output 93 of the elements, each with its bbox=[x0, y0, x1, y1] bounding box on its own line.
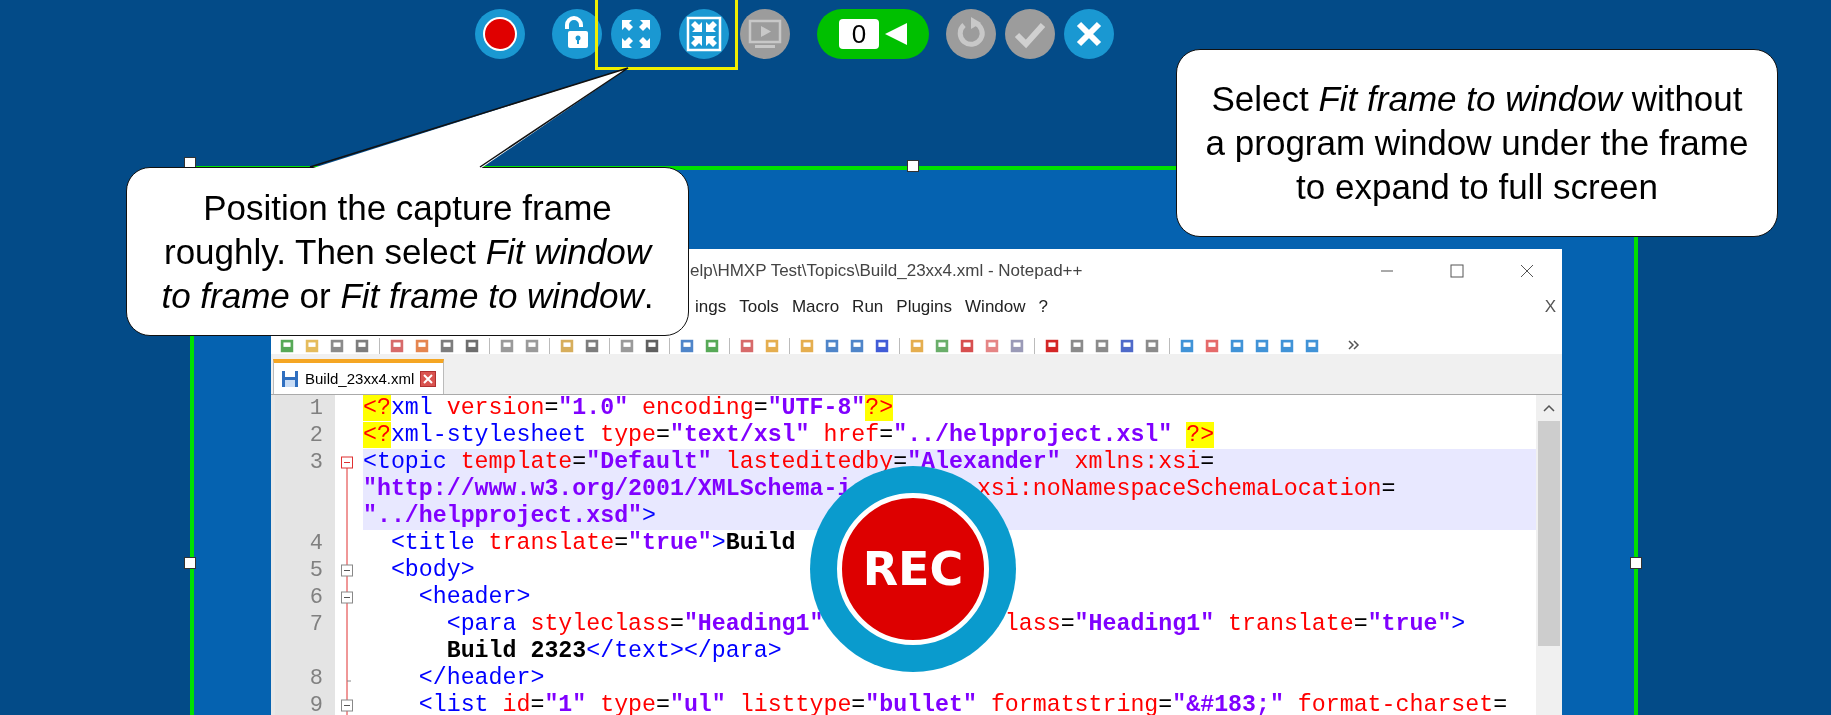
menu-item[interactable]: ings bbox=[695, 297, 727, 317]
menu-item[interactable]: Tools bbox=[739, 297, 779, 317]
tool-icon[interactable] bbox=[499, 338, 515, 354]
code-text: <header> bbox=[418, 584, 531, 610]
tool-icon[interactable] bbox=[1229, 338, 1245, 354]
tool-icon[interactable] bbox=[1279, 338, 1295, 354]
line-number: 8 bbox=[309, 666, 323, 691]
code-text: Build 2323</text></para> bbox=[446, 638, 782, 664]
tool-icon[interactable] bbox=[584, 338, 600, 354]
maximize-icon[interactable] bbox=[1450, 263, 1464, 278]
code-text: "../helpproject.xsd"> bbox=[363, 503, 656, 529]
close-icon[interactable] bbox=[1520, 263, 1534, 278]
code-text: xsi:noNamespaceSchemaLocation= bbox=[976, 476, 1396, 502]
tool-icon[interactable] bbox=[329, 338, 345, 354]
tool-icon[interactable] bbox=[934, 338, 950, 354]
tool-icon[interactable] bbox=[984, 338, 1000, 354]
line-number: 5 bbox=[309, 558, 323, 583]
tool-icon[interactable] bbox=[1144, 338, 1160, 354]
line-number: 4 bbox=[309, 531, 323, 556]
tool-icon[interactable] bbox=[439, 338, 455, 354]
tool-icon[interactable] bbox=[354, 338, 370, 354]
tool-icon[interactable] bbox=[619, 338, 635, 354]
tool-icon[interactable] bbox=[959, 338, 975, 354]
tool-icon[interactable] bbox=[1009, 338, 1025, 354]
record-icon bbox=[482, 16, 518, 52]
recording-counter-button[interactable]: 0 bbox=[817, 9, 929, 59]
code-text: <title translate="true">Build bbox=[390, 530, 796, 556]
close-icon[interactable] bbox=[420, 370, 437, 387]
tool-icon[interactable] bbox=[389, 338, 405, 354]
menu-item[interactable]: Plugins bbox=[896, 297, 953, 317]
line-number: 7 bbox=[309, 612, 323, 637]
fit-window-button[interactable] bbox=[679, 9, 729, 59]
fold-toggle-icon[interactable] bbox=[340, 584, 354, 611]
scrollbar[interactable] bbox=[1536, 395, 1562, 715]
menu-item[interactable]: Window bbox=[965, 297, 1026, 317]
fold-toggle-icon[interactable] bbox=[340, 557, 354, 584]
unlock-button[interactable] bbox=[552, 9, 602, 59]
tool-icon[interactable] bbox=[1204, 338, 1220, 354]
resize-handle[interactable] bbox=[907, 160, 919, 172]
code-text: <body> bbox=[390, 557, 475, 583]
resize-handle[interactable] bbox=[1630, 557, 1642, 569]
tool-icon[interactable] bbox=[824, 338, 840, 354]
tool-icon[interactable] bbox=[279, 338, 295, 354]
tool-icon[interactable] bbox=[849, 338, 865, 354]
line-number: 6 bbox=[309, 585, 323, 610]
tool-icon[interactable] bbox=[1304, 338, 1320, 354]
tool-icon[interactable] bbox=[414, 338, 430, 354]
menu-item[interactable]: Run bbox=[852, 297, 884, 317]
counter-value: 0 bbox=[839, 19, 879, 49]
code-text: <para styleclass="Heading1" bbox=[446, 611, 824, 637]
menu-item[interactable]: ? bbox=[1038, 297, 1048, 317]
code-text: </header> bbox=[418, 665, 545, 691]
scrollbar-thumb[interactable] bbox=[1538, 421, 1560, 646]
save-icon bbox=[281, 369, 299, 388]
menu-item[interactable]: Macro bbox=[791, 297, 840, 317]
tool-icon[interactable] bbox=[1044, 338, 1060, 354]
line-number: 2 bbox=[309, 423, 323, 448]
record-button[interactable] bbox=[475, 9, 525, 59]
tool-icon[interactable] bbox=[704, 338, 720, 354]
callout-text: Select Fit frame to window without a program window under the frame to expand to full screen bbox=[1204, 78, 1750, 208]
close-document-button[interactable]: X bbox=[1544, 297, 1562, 317]
code-text: "http://www.w3.org/2001/XMLSchema-i bbox=[363, 476, 852, 502]
window-title: elp\HMXP Test\Topics\Build_23xx4.xml - Notepad++ bbox=[689, 260, 1083, 281]
line-number: 1 bbox=[309, 396, 323, 421]
camera-icon bbox=[885, 22, 907, 46]
tool-icon[interactable] bbox=[644, 338, 660, 354]
resize-handle[interactable] bbox=[184, 557, 196, 569]
rec-label: REC bbox=[862, 542, 964, 596]
tool-icon[interactable] bbox=[524, 338, 540, 354]
code-text: <?xml-stylesheet type="text/xsl" href="../helpproject.xsl" ?> bbox=[363, 422, 1215, 448]
fold-toggle-icon[interactable] bbox=[340, 692, 354, 715]
chevron-icon[interactable] bbox=[1347, 338, 1361, 352]
code-text: <topic template="Default" lasteditedby="Alexander" xmlns:xsi= bbox=[363, 449, 1215, 475]
tool-icon[interactable] bbox=[1179, 338, 1195, 354]
shrink-arrows-icon bbox=[686, 16, 722, 52]
tool-icon[interactable] bbox=[1069, 338, 1085, 354]
scroll-up-icon[interactable] bbox=[1542, 403, 1556, 413]
code-text: <list id="1" type="ul" listtype="bullet" formatstring="&#183;" format-charset= bbox=[418, 692, 1508, 715]
code-text: <?xml version="1.0" encoding="UTF-8"?> bbox=[363, 395, 894, 421]
fit-frame-button[interactable] bbox=[611, 9, 661, 59]
code-text: lass="Heading1" translate="true"> bbox=[1004, 611, 1466, 637]
cancel-button[interactable] bbox=[1064, 9, 1114, 59]
tool-icon[interactable] bbox=[739, 338, 755, 354]
tool-icon[interactable] bbox=[1094, 338, 1110, 354]
tool-icon[interactable] bbox=[679, 338, 695, 354]
tool-icon[interactable] bbox=[1254, 338, 1270, 354]
line-number: 9 bbox=[309, 693, 323, 715]
file-tab[interactable]: Build_23xx4.xml bbox=[273, 359, 445, 394]
line-number: 3 bbox=[309, 450, 323, 475]
tool-icon[interactable] bbox=[1119, 338, 1135, 354]
callout-text: Position the capture frame roughly. Then select Fit window to frame or Fit frame to window. bbox=[160, 186, 655, 317]
tool-icon[interactable] bbox=[464, 338, 480, 354]
tool-icon[interactable] bbox=[874, 338, 890, 354]
